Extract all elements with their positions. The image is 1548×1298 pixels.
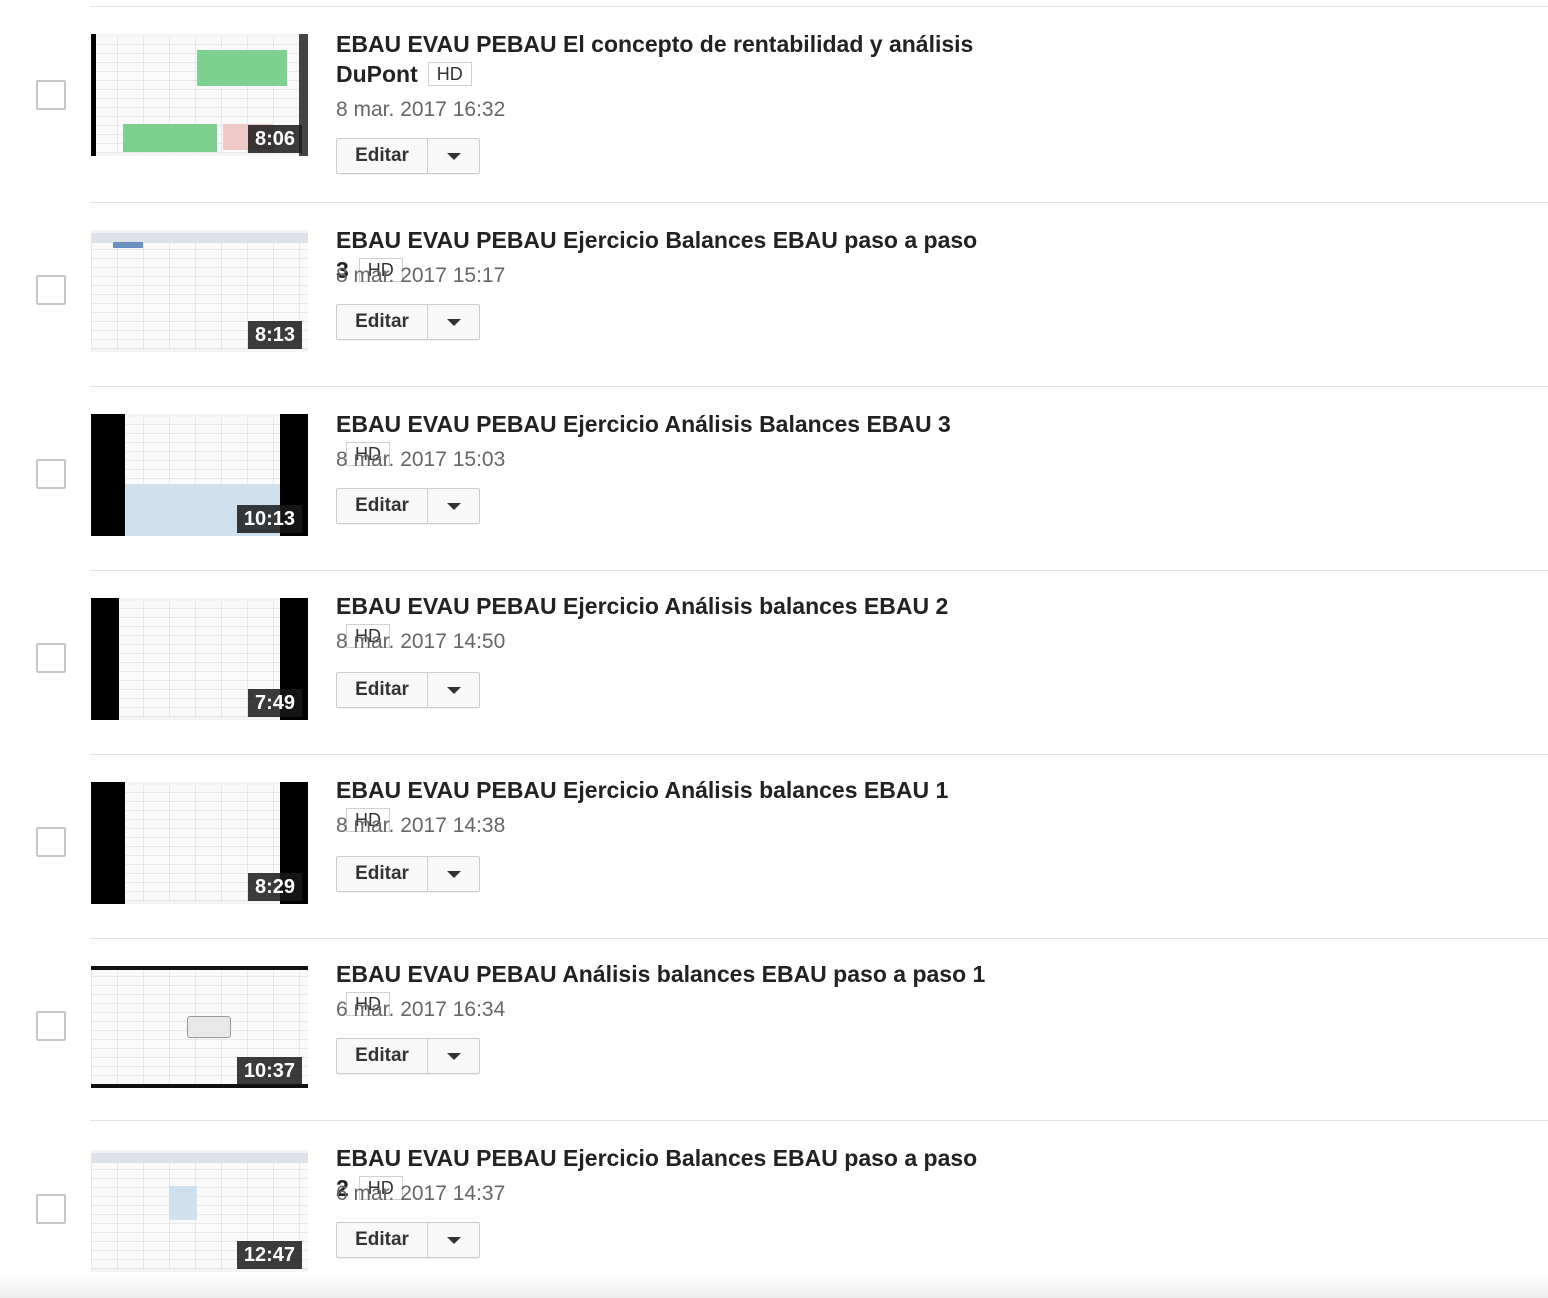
row-divider: [90, 570, 1548, 571]
edit-button-group: Editar: [336, 138, 480, 174]
edit-button-group: Editar: [336, 856, 480, 892]
thumbnail-letterbox: [91, 782, 125, 904]
video-date: 6 mar. 2017 14:37: [336, 1182, 506, 1205]
video-duration: 8:06: [247, 125, 302, 153]
video-title[interactable]: EBAU EVAU PEBAU El concepto de rentabili…: [336, 29, 996, 59]
edit-dropdown-button[interactable]: [427, 1223, 480, 1257]
thumbnail-image-block: [91, 1153, 308, 1163]
select-checkbox[interactable]: [36, 80, 66, 110]
video-title-text: EBAU EVAU PEBAU Ejercicio Análisis balan…: [336, 593, 949, 619]
thumbnail-image-block: [197, 50, 287, 86]
video-thumbnail[interactable]: 7:49: [91, 598, 308, 720]
caret-down-icon: [447, 319, 461, 326]
edit-button[interactable]: Editar: [337, 489, 427, 523]
video-thumbnail[interactable]: 10:37: [91, 966, 308, 1088]
video-date: 8 mar. 2017 14:38: [336, 814, 506, 837]
video-title-text: EBAU EVAU PEBAU Análisis balances EBAU p…: [336, 961, 986, 987]
caret-down-icon: [447, 871, 461, 878]
edit-dropdown-button[interactable]: [427, 489, 480, 523]
edit-button[interactable]: Editar: [337, 1039, 427, 1073]
thumbnail-border: [91, 966, 308, 970]
edit-button[interactable]: Editar: [337, 139, 427, 173]
edit-button[interactable]: Editar: [337, 857, 427, 891]
caret-down-icon: [447, 687, 461, 694]
row-divider: [90, 6, 1548, 7]
thumbnail-image-block: [169, 1186, 197, 1220]
edit-button[interactable]: Editar: [337, 305, 427, 339]
edit-button[interactable]: Editar: [337, 1223, 427, 1257]
video-duration: 12:47: [236, 1241, 302, 1269]
video-thumbnail[interactable]: 8:06: [91, 34, 308, 156]
hd-badge: HD: [427, 62, 472, 86]
edit-button-group: Editar: [336, 1222, 480, 1258]
caret-down-icon: [447, 153, 461, 160]
thumbnail-border: [91, 34, 96, 156]
select-checkbox[interactable]: [36, 1194, 66, 1224]
select-checkbox[interactable]: [36, 275, 66, 305]
edit-button-group: Editar: [336, 488, 480, 524]
video-title-text: EBAU EVAU PEBAU Ejercicio Análisis Balan…: [336, 411, 951, 437]
edit-button-group: Editar: [336, 1038, 480, 1074]
edit-dropdown-button[interactable]: [427, 139, 480, 173]
row-divider: [90, 202, 1548, 203]
select-checkbox[interactable]: [36, 643, 66, 673]
video-duration: 8:13: [247, 321, 302, 349]
video-title-text: EBAU EVAU PEBAU El concepto de rentabili…: [336, 31, 974, 57]
edit-button-group: Editar: [336, 304, 480, 340]
edit-dropdown-button[interactable]: [427, 673, 480, 707]
video-date: 8 mar. 2017 16:32: [336, 98, 506, 121]
thumbnail-image-block: [123, 124, 217, 152]
edit-dropdown-button[interactable]: [427, 305, 480, 339]
select-checkbox[interactable]: [36, 1011, 66, 1041]
video-duration: 7:49: [247, 689, 302, 717]
video-title-continued[interactable]: DuPont HD: [336, 59, 996, 89]
edit-dropdown-button[interactable]: [427, 857, 480, 891]
edit-button-group: Editar: [336, 672, 480, 708]
video-thumbnail[interactable]: 8:29: [91, 782, 308, 904]
caret-down-icon: [447, 1237, 461, 1244]
thumbnail-image-block: [113, 242, 143, 248]
video-date: 8 mar. 2017 15:03: [336, 448, 506, 471]
video-list: 8:06 EBAU EVAU PEBAU El concepto de rent…: [0, 0, 1548, 1298]
video-thumbnail[interactable]: 10:13: [91, 414, 308, 536]
edit-dropdown-button[interactable]: [427, 1039, 480, 1073]
video-title-text: EBAU EVAU PEBAU Ejercicio Análisis balan…: [336, 777, 949, 803]
video-date: 8 mar. 2017 14:50: [336, 630, 506, 653]
video-thumbnail[interactable]: 12:47: [91, 1150, 308, 1272]
video-duration: 8:29: [247, 873, 302, 901]
caret-down-icon: [447, 1053, 461, 1060]
thumbnail-image-block: [187, 1016, 231, 1038]
video-duration: 10:37: [236, 1057, 302, 1085]
caret-down-icon: [447, 503, 461, 510]
video-duration: 10:13: [236, 505, 302, 533]
row-divider: [90, 754, 1548, 755]
video-date: 6 mar. 2017 16:34: [336, 998, 506, 1021]
video-title-text: DuPont: [336, 61, 418, 87]
video-date: 8 mar. 2017 15:17: [336, 264, 506, 287]
video-thumbnail[interactable]: 8:13: [91, 230, 308, 352]
row-divider: [90, 938, 1548, 939]
row-divider: [90, 386, 1548, 387]
thumbnail-letterbox: [91, 414, 125, 536]
row-divider: [90, 1120, 1548, 1121]
thumbnail-letterbox: [91, 598, 119, 720]
select-checkbox[interactable]: [36, 827, 66, 857]
bottom-shadow: [0, 1276, 1548, 1298]
edit-button[interactable]: Editar: [337, 673, 427, 707]
select-checkbox[interactable]: [36, 459, 66, 489]
